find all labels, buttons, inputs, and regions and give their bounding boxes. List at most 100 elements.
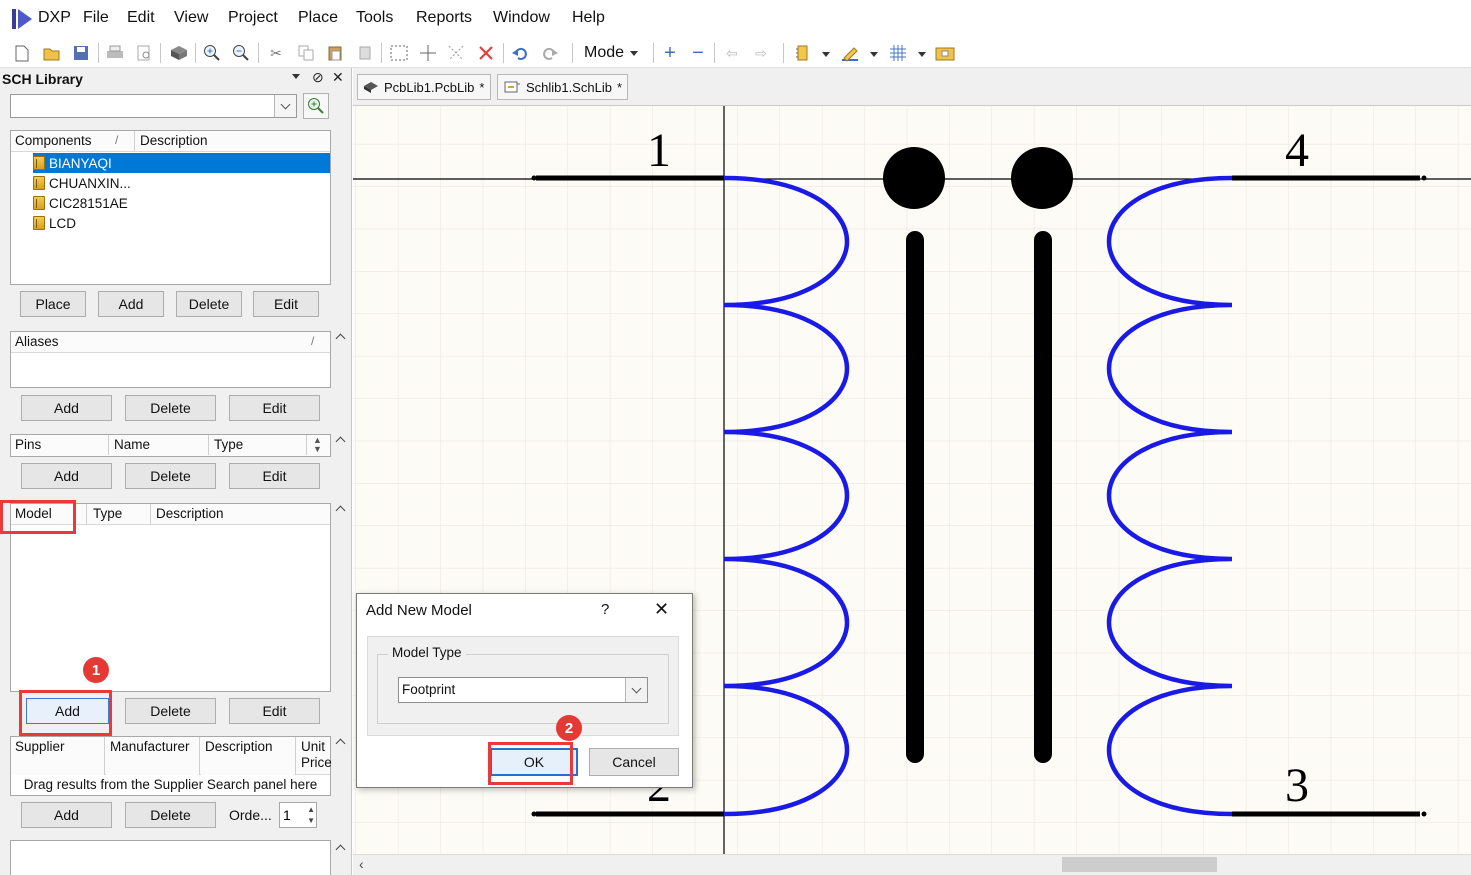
dxp-logo-icon[interactable] — [12, 9, 34, 29]
add-pin-icon[interactable]: + — [660, 42, 680, 64]
menu-edit[interactable]: Edit — [127, 9, 155, 27]
supplier-header[interactable]: Supplier — [11, 737, 105, 775]
right-arrow-icon[interactable]: ⇨ — [751, 43, 771, 63]
new-icon[interactable] — [12, 43, 32, 63]
aliases-collapse-icon[interactable] — [333, 329, 347, 343]
model-collapse-icon[interactable] — [333, 501, 347, 515]
undo-icon[interactable] — [510, 43, 530, 63]
drawing-caret-icon[interactable] — [870, 52, 878, 57]
place-button[interactable]: Place — [20, 291, 86, 317]
pin-1[interactable] — [531, 175, 725, 181]
order-stepper[interactable]: 1 ▲ ▼ — [279, 802, 317, 828]
save-icon[interactable] — [71, 43, 91, 63]
help-button[interactable]: ? — [601, 601, 609, 618]
pins-header[interactable]: Pins — [11, 435, 109, 455]
chevron-down-icon[interactable] — [625, 678, 647, 702]
pin-2[interactable] — [531, 811, 725, 817]
menu-help[interactable]: Help — [572, 9, 605, 27]
ieee-caret-icon[interactable] — [822, 52, 830, 57]
stepper-arrows-icon[interactable]: ▲ ▼ — [307, 804, 315, 826]
pin-name-header[interactable]: Name — [110, 435, 209, 455]
list-item[interactable]: CHUANXIN... — [33, 173, 329, 193]
menu-window[interactable]: Window — [493, 9, 550, 27]
print-preview-icon[interactable] — [134, 43, 154, 63]
menu-file[interactable]: File — [83, 9, 109, 27]
supplier-description-header[interactable]: Description — [201, 737, 296, 775]
menu-view[interactable]: View — [174, 9, 208, 27]
supplier-collapse-icon[interactable] — [333, 734, 347, 748]
clear-filter-icon[interactable] — [476, 43, 496, 63]
supplier-list[interactable]: Supplier Manufacturer Description Unit Pr… — [10, 736, 332, 796]
pins-spin-icon[interactable]: ▲ ▼ — [313, 436, 322, 454]
copy-icon[interactable] — [296, 43, 316, 63]
edit-component-button[interactable]: Edit — [253, 291, 319, 317]
delete-pin-button[interactable]: Delete — [125, 463, 216, 489]
grid-caret-icon[interactable] — [918, 52, 926, 57]
left-arrow-icon[interactable]: ⇦ — [722, 43, 742, 63]
model-type-header[interactable]: Type — [89, 504, 151, 524]
menu-project[interactable]: Project — [228, 9, 278, 27]
pin-4[interactable] — [1232, 175, 1427, 181]
menu-place[interactable]: Place — [298, 9, 338, 27]
delete-component-button[interactable]: Delete — [176, 291, 242, 317]
chevron-down-icon[interactable] — [274, 95, 296, 117]
manufacturer-header[interactable]: Manufacturer — [106, 737, 200, 775]
select-area-icon[interactable] — [389, 43, 409, 63]
model-type-select[interactable]: Footprint — [398, 677, 648, 703]
pins-collapse-icon[interactable] — [333, 432, 347, 446]
list-item[interactable]: LCD — [33, 213, 329, 233]
cancel-button[interactable]: Cancel — [589, 748, 679, 776]
horizontal-scrollbar[interactable]: ‹ — [353, 854, 1471, 875]
pins-list[interactable]: Pins Name Type ▲ ▼ — [10, 434, 331, 457]
delete-model-button[interactable]: Delete — [125, 698, 216, 724]
pin-3[interactable] — [1232, 811, 1427, 817]
move-icon[interactable] — [418, 43, 438, 63]
mode-dropdown[interactable]: Mode — [584, 42, 639, 64]
aliases-header[interactable]: Aliases — [11, 332, 330, 352]
aliases-list[interactable]: Aliases / — [10, 331, 331, 388]
list-item[interactable]: CIC28151AE — [33, 193, 329, 213]
delete-supplier-button[interactable]: Delete — [125, 802, 216, 828]
ieee-symbols-icon[interactable] — [793, 43, 813, 63]
unit-price-header[interactable]: Unit Price — [301, 739, 332, 771]
open-icon[interactable] — [42, 43, 62, 63]
delete-alias-button[interactable]: Delete — [125, 395, 216, 421]
tab-schlib[interactable]: Schlib1.SchLib * — [497, 74, 628, 100]
add-component-button[interactable]: Add — [98, 291, 164, 317]
grid-icon[interactable] — [888, 43, 908, 63]
edit-pin-button[interactable]: Edit — [229, 463, 320, 489]
pin-icon[interactable]: ⊘ — [312, 69, 324, 86]
close-icon[interactable]: ✕ — [654, 599, 669, 620]
model-manager-icon[interactable] — [935, 43, 955, 63]
paste-icon[interactable] — [325, 43, 345, 63]
model-description-header[interactable]: Description — [152, 504, 330, 524]
component-filter-combo[interactable] — [10, 94, 297, 118]
tab-pcblib[interactable]: PcbLib1.PcbLib * — [357, 74, 491, 100]
pin-type-header[interactable]: Type — [210, 435, 307, 455]
edit-model-button[interactable]: Edit — [229, 698, 320, 724]
zoom-in-icon[interactable] — [202, 43, 222, 63]
deselect-icon[interactable] — [446, 43, 466, 63]
cut-icon[interactable]: ✂ — [266, 43, 286, 63]
add-alias-button[interactable]: Add — [21, 395, 112, 421]
results-collapse-icon[interactable] — [333, 840, 347, 854]
drawing-tools-icon[interactable] — [840, 43, 860, 63]
panel-menu-icon[interactable] — [292, 74, 300, 79]
description-header[interactable]: Description — [136, 131, 330, 151]
remove-icon[interactable]: − — [688, 42, 708, 64]
menu-dxp[interactable]: DXP — [38, 9, 71, 27]
supplier-results-list[interactable] — [10, 840, 331, 875]
edit-alias-button[interactable]: Edit — [229, 395, 320, 421]
menu-tools[interactable]: Tools — [356, 9, 393, 27]
3d-icon[interactable] — [169, 43, 189, 63]
close-panel-icon[interactable]: ✕ — [332, 69, 344, 86]
redo-icon[interactable] — [540, 43, 560, 63]
zoom-out-icon[interactable] — [231, 43, 251, 63]
rubber-stamp-icon[interactable] — [355, 43, 375, 63]
zoom-component-button[interactable] — [303, 93, 329, 119]
list-item[interactable]: BIANYAQI — [33, 153, 330, 173]
components-list[interactable]: Components / Description BIANYAQI CHUANX… — [10, 130, 331, 285]
print-icon[interactable] — [105, 43, 125, 63]
menu-reports[interactable]: Reports — [416, 9, 472, 27]
add-pin-button[interactable]: Add — [21, 463, 112, 489]
